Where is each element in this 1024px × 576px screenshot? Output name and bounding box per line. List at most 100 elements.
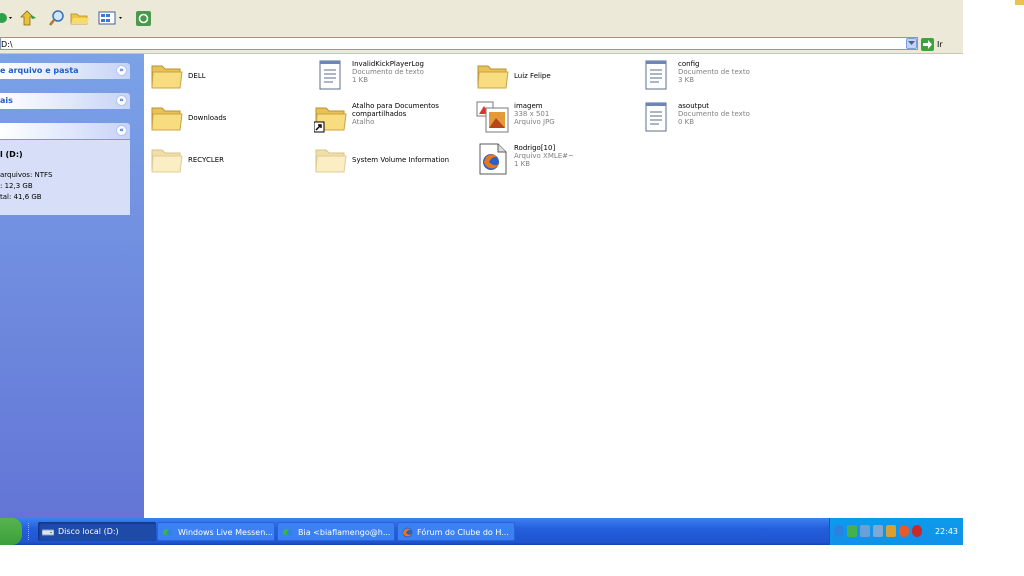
go-label: Ir <box>937 39 943 49</box>
file-list: DELL Downloads RECYCLER InvalidKickPlaye… <box>144 54 963 518</box>
task-pane: e arquivo e pasta » ais » « l (D:) arqui… <box>0 54 144 518</box>
sync-icon[interactable] <box>134 8 154 28</box>
taskbar: Disco local (D:) Windows Live Messen... … <box>0 518 963 545</box>
file-name: imagem <box>514 102 543 110</box>
chevron-up-icon[interactable]: « <box>116 125 127 136</box>
messenger-icon <box>163 528 173 536</box>
task-bia-conversation[interactable]: Bia <biaflamengo@h... <box>277 522 395 541</box>
file-item-downloads[interactable]: Downloads <box>150 100 300 136</box>
network-icon[interactable] <box>860 525 870 537</box>
volume-icon[interactable] <box>886 525 896 537</box>
panel-title: e arquivo e pasta <box>0 66 79 75</box>
file-text: Rodrigo[10] Arquivo XMLE#~ 1 KB <box>514 144 574 168</box>
file-item-invalidkickplayerlog[interactable]: InvalidKickPlayerLog Documento de texto … <box>314 58 464 94</box>
file-size: 0 KB <box>678 118 695 126</box>
views-icon[interactable] <box>98 8 126 28</box>
up-folder-icon[interactable] <box>20 8 40 28</box>
system-tray: 22:43 <box>829 518 963 545</box>
details-header[interactable]: « <box>0 123 130 139</box>
chevron-down-icon <box>908 41 915 45</box>
file-size: 1 KB <box>352 76 369 84</box>
chevron-down-icon[interactable]: » <box>116 65 127 76</box>
address-input[interactable]: D:\ <box>0 37 918 50</box>
task-label: Disco local (D:) <box>58 527 119 536</box>
text-document-icon <box>319 60 341 90</box>
file-name-line2: compartilhados <box>352 110 407 118</box>
go-button[interactable]: Ir <box>921 37 943 51</box>
folder-icon-faded <box>151 149 183 173</box>
image-dimensions: 338 x 501 <box>514 110 550 118</box>
other-places-header[interactable]: ais » <box>0 93 130 109</box>
folder-icon <box>151 65 183 89</box>
jpg-image-icon <box>476 101 509 133</box>
task-firefox-forum[interactable]: Fórum do Clube do H... <box>397 522 515 541</box>
file-item-luiz-felipe[interactable]: Luiz Felipe <box>476 58 626 94</box>
task-label: Fórum do Clube do H... <box>417 528 509 537</box>
taskbar-separator <box>28 523 31 540</box>
file-name: InvalidKickPlayerLog <box>352 60 424 68</box>
file-item-rodrigo[interactable]: Rodrigo[10] Arquivo XMLE#~ 1 KB <box>476 142 626 178</box>
file-name: DELL <box>188 72 206 80</box>
corner-window-icon <box>1015 0 1024 5</box>
file-type: Arquivo XMLE#~ <box>514 152 574 160</box>
file-size: 1 KB <box>514 160 531 168</box>
filesystem-line: arquivos: NTFS <box>0 171 53 179</box>
file-name: asoutput <box>678 102 710 110</box>
file-folder-tasks-header[interactable]: e arquivo e pasta » <box>0 63 130 79</box>
explorer-window: D:\ Ir e arquivo e pasta » ais » « l (D:… <box>0 0 963 545</box>
tray-icons <box>834 525 922 537</box>
file-type: Documento de texto <box>352 68 424 76</box>
firefox-icon <box>402 527 413 538</box>
security-icon[interactable] <box>912 525 922 537</box>
file-size: 3 KB <box>678 76 695 84</box>
file-item-recycler[interactable]: RECYCLER <box>150 142 300 178</box>
folder-icon-faded <box>315 149 347 173</box>
free-space-line: : 12,3 GB <box>0 182 33 190</box>
tray-expand-icon[interactable] <box>834 525 844 537</box>
network-icon-2[interactable] <box>873 525 883 537</box>
search-icon[interactable] <box>48 8 66 28</box>
file-item-asoutput[interactable]: asoutput Documento de texto 0 KB <box>640 100 790 136</box>
file-item-config[interactable]: config Documento de texto 3 KB <box>640 58 790 94</box>
file-type: Documento de texto <box>678 110 750 118</box>
details-panel: l (D:) arquivos: NTFS : 12,3 GB tal: 41,… <box>0 140 130 215</box>
file-text: asoutput Documento de texto 0 KB <box>678 102 750 126</box>
total-size-line: tal: 41,6 GB <box>0 193 42 201</box>
file-name: Downloads <box>188 114 227 122</box>
start-button[interactable] <box>0 518 22 545</box>
file-text: imagem 338 x 501 Arquivo JPG <box>514 102 555 126</box>
messenger-tray-icon[interactable] <box>847 525 857 537</box>
folders-icon[interactable] <box>70 8 90 28</box>
file-type: Documento de texto <box>678 68 750 76</box>
task-label: Bia <biaflamengo@h... <box>298 528 391 537</box>
task-windows-live-messenger[interactable]: Windows Live Messen... <box>157 522 275 541</box>
file-text: Atalho para Documentos compartilhados At… <box>352 102 439 126</box>
drive-title: l (D:) <box>0 150 23 159</box>
folder-icon <box>477 65 509 89</box>
text-document-icon <box>645 102 667 132</box>
file-type: Atalho <box>352 118 375 126</box>
antivirus-icon[interactable] <box>899 525 909 537</box>
file-item-system-volume-information[interactable]: System Volume Information <box>314 142 484 178</box>
task-label: Windows Live Messen... <box>178 528 273 537</box>
task-disco-local[interactable]: Disco local (D:) <box>38 522 156 541</box>
chevron-down-icon[interactable]: » <box>116 95 127 106</box>
file-item-shortcut-shared-documents[interactable]: Atalho para Documentos compartilhados At… <box>314 100 464 136</box>
address-bar: D:\ Ir <box>0 36 963 54</box>
drive-icon <box>42 529 54 535</box>
address-dropdown-button[interactable] <box>906 38 917 49</box>
file-name: RECYCLER <box>188 156 225 164</box>
go-arrow-icon <box>921 37 934 51</box>
text-document-icon <box>645 60 667 90</box>
file-name: Rodrigo[10] <box>514 144 556 152</box>
panel-title: ais <box>0 96 13 105</box>
messenger-icon <box>283 528 293 536</box>
back-dropdown[interactable] <box>0 8 14 28</box>
shortcut-folder-icon <box>314 107 347 133</box>
file-name: System Volume Information <box>352 156 450 164</box>
file-item-dell[interactable]: DELL <box>150 58 300 94</box>
file-item-imagem[interactable]: imagem 338 x 501 Arquivo JPG <box>476 100 626 136</box>
file-name: config <box>678 60 700 68</box>
firefox-document-icon <box>479 143 507 175</box>
file-text: config Documento de texto 3 KB <box>678 60 750 84</box>
